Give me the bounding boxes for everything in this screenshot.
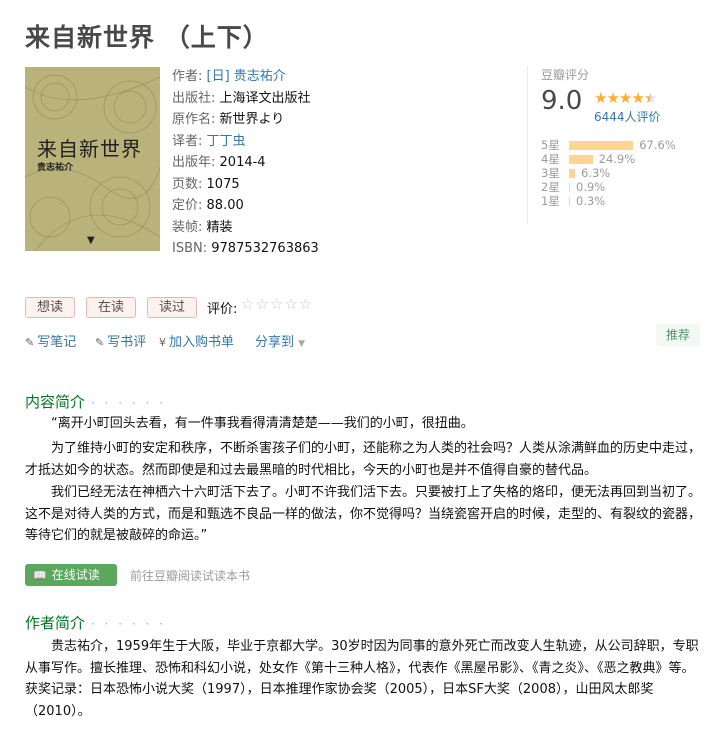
rating-bar-row: 1星 0.3%: [541, 194, 676, 208]
pencil-icon: ✎: [95, 336, 105, 349]
book-cover[interactable]: 来自新世界 贵志祐介 ▼: [25, 67, 160, 251]
intro-paragraph: 我们已经无法在神栖六十六町活下去了。小町不许我们活下去。只要被打上了失格的烙印，…: [25, 485, 702, 543]
info-label: 译者:: [172, 133, 203, 149]
rating-breakdown: 5星 67.6% 4星 24.9% 3星 6.3% 2星 0.9% 1星 0.3%: [541, 138, 676, 208]
rating-bar-fill: [569, 140, 634, 150]
rating-bar-label: 5星: [541, 138, 560, 152]
write-note-label: 写笔记: [37, 335, 77, 350]
add-to-cart-label: 加入购书单: [169, 335, 235, 350]
intro-paragraph: “离开小町回头去看，有一件事我看得清清楚楚——我们的小町，很扭曲。: [51, 416, 474, 431]
have-read-button[interactable]: 读过: [147, 297, 197, 318]
book-icon: 📖: [33, 569, 47, 582]
info-label: 出版社:: [172, 90, 216, 106]
rating-label: 豆瓣评分: [541, 68, 590, 82]
rating-bar-label: 3星: [541, 166, 560, 180]
info-label: 作者:: [172, 69, 203, 84]
cover-title: 来自新世界: [37, 137, 142, 161]
author-heading: 作者简介 · · · · · ·: [25, 612, 166, 633]
rating-bar-label: 2星: [541, 180, 560, 194]
info-author-row: 作者: [日] 贵志祐介: [172, 66, 319, 88]
info-label: 定价:: [172, 198, 203, 213]
share-label: 分享到: [255, 335, 295, 350]
write-review-label: 写书评: [107, 335, 147, 350]
info-label: 原作名:: [172, 112, 216, 127]
read-online-label: 在线试读: [51, 568, 100, 582]
rating-bar-row: 5星 67.6%: [541, 138, 676, 152]
write-review-link[interactable]: ✎ 写书评: [95, 331, 146, 350]
share-dropdown[interactable]: 分享到 ▼: [255, 331, 305, 350]
info-isbn-row: ISBN: 9787532763863: [172, 238, 319, 260]
read-online-note: 前往豆瓣阅读试读本书: [130, 569, 251, 583]
info-label: 出版年:: [172, 155, 216, 170]
book-info: 作者: [日] 贵志祐介 出版社: 上海译文出版社 原作名: 新世界より 译者:…: [172, 66, 319, 260]
intro-heading: 内容简介 · · · · · ·: [25, 391, 166, 412]
info-price-row: 定价: 88.00: [172, 195, 319, 217]
translator-link[interactable]: 丁丁虫: [207, 134, 246, 149]
year-value: 2014-4: [219, 155, 266, 170]
page-title: 来自新世界 （上下）: [25, 23, 269, 52]
original-title-value: 新世界より: [219, 112, 285, 127]
info-label: 页数:: [172, 176, 203, 192]
intro-paragraph: 为了维持小町的安定和秩序，不断杀害孩子们的小町，还能称之为人类的社会吗？人类从涂…: [25, 441, 702, 478]
add-to-cart-link[interactable]: ¥ 加入购书单: [159, 331, 234, 350]
reading-button[interactable]: 在读: [86, 297, 136, 318]
intro-heading-dots: · · · · · ·: [91, 396, 166, 410]
votes-link[interactable]: 6444人评价: [594, 108, 661, 125]
chevron-down-icon: ▼: [298, 339, 306, 349]
rating-bar-percent: 24.9%: [598, 152, 636, 166]
write-note-link[interactable]: ✎ 写笔记: [25, 331, 76, 350]
rating-panel: 豆瓣评分 9.0 ★★★★★ 6444人评价 5星 67.6% 4星 24.9% 3星 6…: [527, 66, 707, 224]
want-to-read-button[interactable]: 想读: [25, 297, 75, 318]
author-paragraph: 贵志祐介，1959年生于大阪，毕业于京都大学。30岁时因为同事的意外死亡而改变人…: [25, 639, 699, 719]
publisher-value: 上海译文出版社: [219, 90, 311, 106]
price-value: 88.00: [206, 198, 244, 213]
info-binding-row: 装帧: 精装: [172, 217, 319, 239]
binding-value: 精装: [206, 219, 233, 235]
pages-value: 1075: [206, 176, 240, 192]
info-label: 装帧:: [172, 219, 203, 235]
author-heading-label: 作者简介: [25, 614, 86, 632]
rating-bar-fill: [569, 182, 570, 192]
author-link[interactable]: [日] 贵志祐介: [207, 69, 286, 84]
rating-bar-percent: 6.3%: [580, 166, 611, 180]
rating-bar-fill: [569, 154, 593, 164]
rating-bar-label: 1星: [541, 194, 560, 208]
intro-heading-label: 内容简介: [25, 393, 86, 411]
rating-score: 9.0: [541, 86, 583, 116]
rating-bar-percent: 0.3%: [576, 194, 606, 208]
author-heading-dots: · · · · · ·: [91, 617, 166, 631]
read-online-button[interactable]: 📖 在线试读: [25, 564, 117, 586]
pencil-icon: ✎: [25, 336, 35, 349]
rate-label: 评价:: [207, 302, 238, 317]
rating-bar-label: 4星: [541, 152, 560, 166]
rating-bar-percent: 0.9%: [576, 180, 606, 194]
info-label: ISBN:: [172, 241, 208, 256]
rating-bar-row: 3星 6.3%: [541, 166, 676, 180]
info-pages-row: 页数: 1075: [172, 174, 319, 196]
rating-bar-percent: 67.6%: [639, 138, 676, 152]
rating-bar-row: 4星 24.9%: [541, 152, 676, 166]
info-publisher-row: 出版社: 上海译文出版社: [172, 88, 319, 110]
isbn-value: 9787532763863: [211, 241, 319, 256]
cart-icon: ¥: [159, 336, 166, 349]
rate-stars-input[interactable]: ☆☆☆☆☆: [241, 295, 313, 313]
cover-author: 贵志祐介: [37, 163, 74, 173]
rating-bar-fill: [569, 196, 570, 206]
recommend-button[interactable]: 推荐: [656, 324, 700, 346]
info-original-row: 原作名: 新世界より: [172, 109, 319, 131]
rating-bar-fill: [569, 168, 575, 178]
cover-arrow-icon: ▼: [87, 235, 95, 246]
info-translator-row: 译者: 丁丁虫: [172, 131, 319, 153]
info-year-row: 出版年: 2014-4: [172, 152, 319, 174]
rating-bar-row: 2星 0.9%: [541, 180, 676, 194]
rating-stars-icon: ★★★★★: [594, 89, 657, 107]
